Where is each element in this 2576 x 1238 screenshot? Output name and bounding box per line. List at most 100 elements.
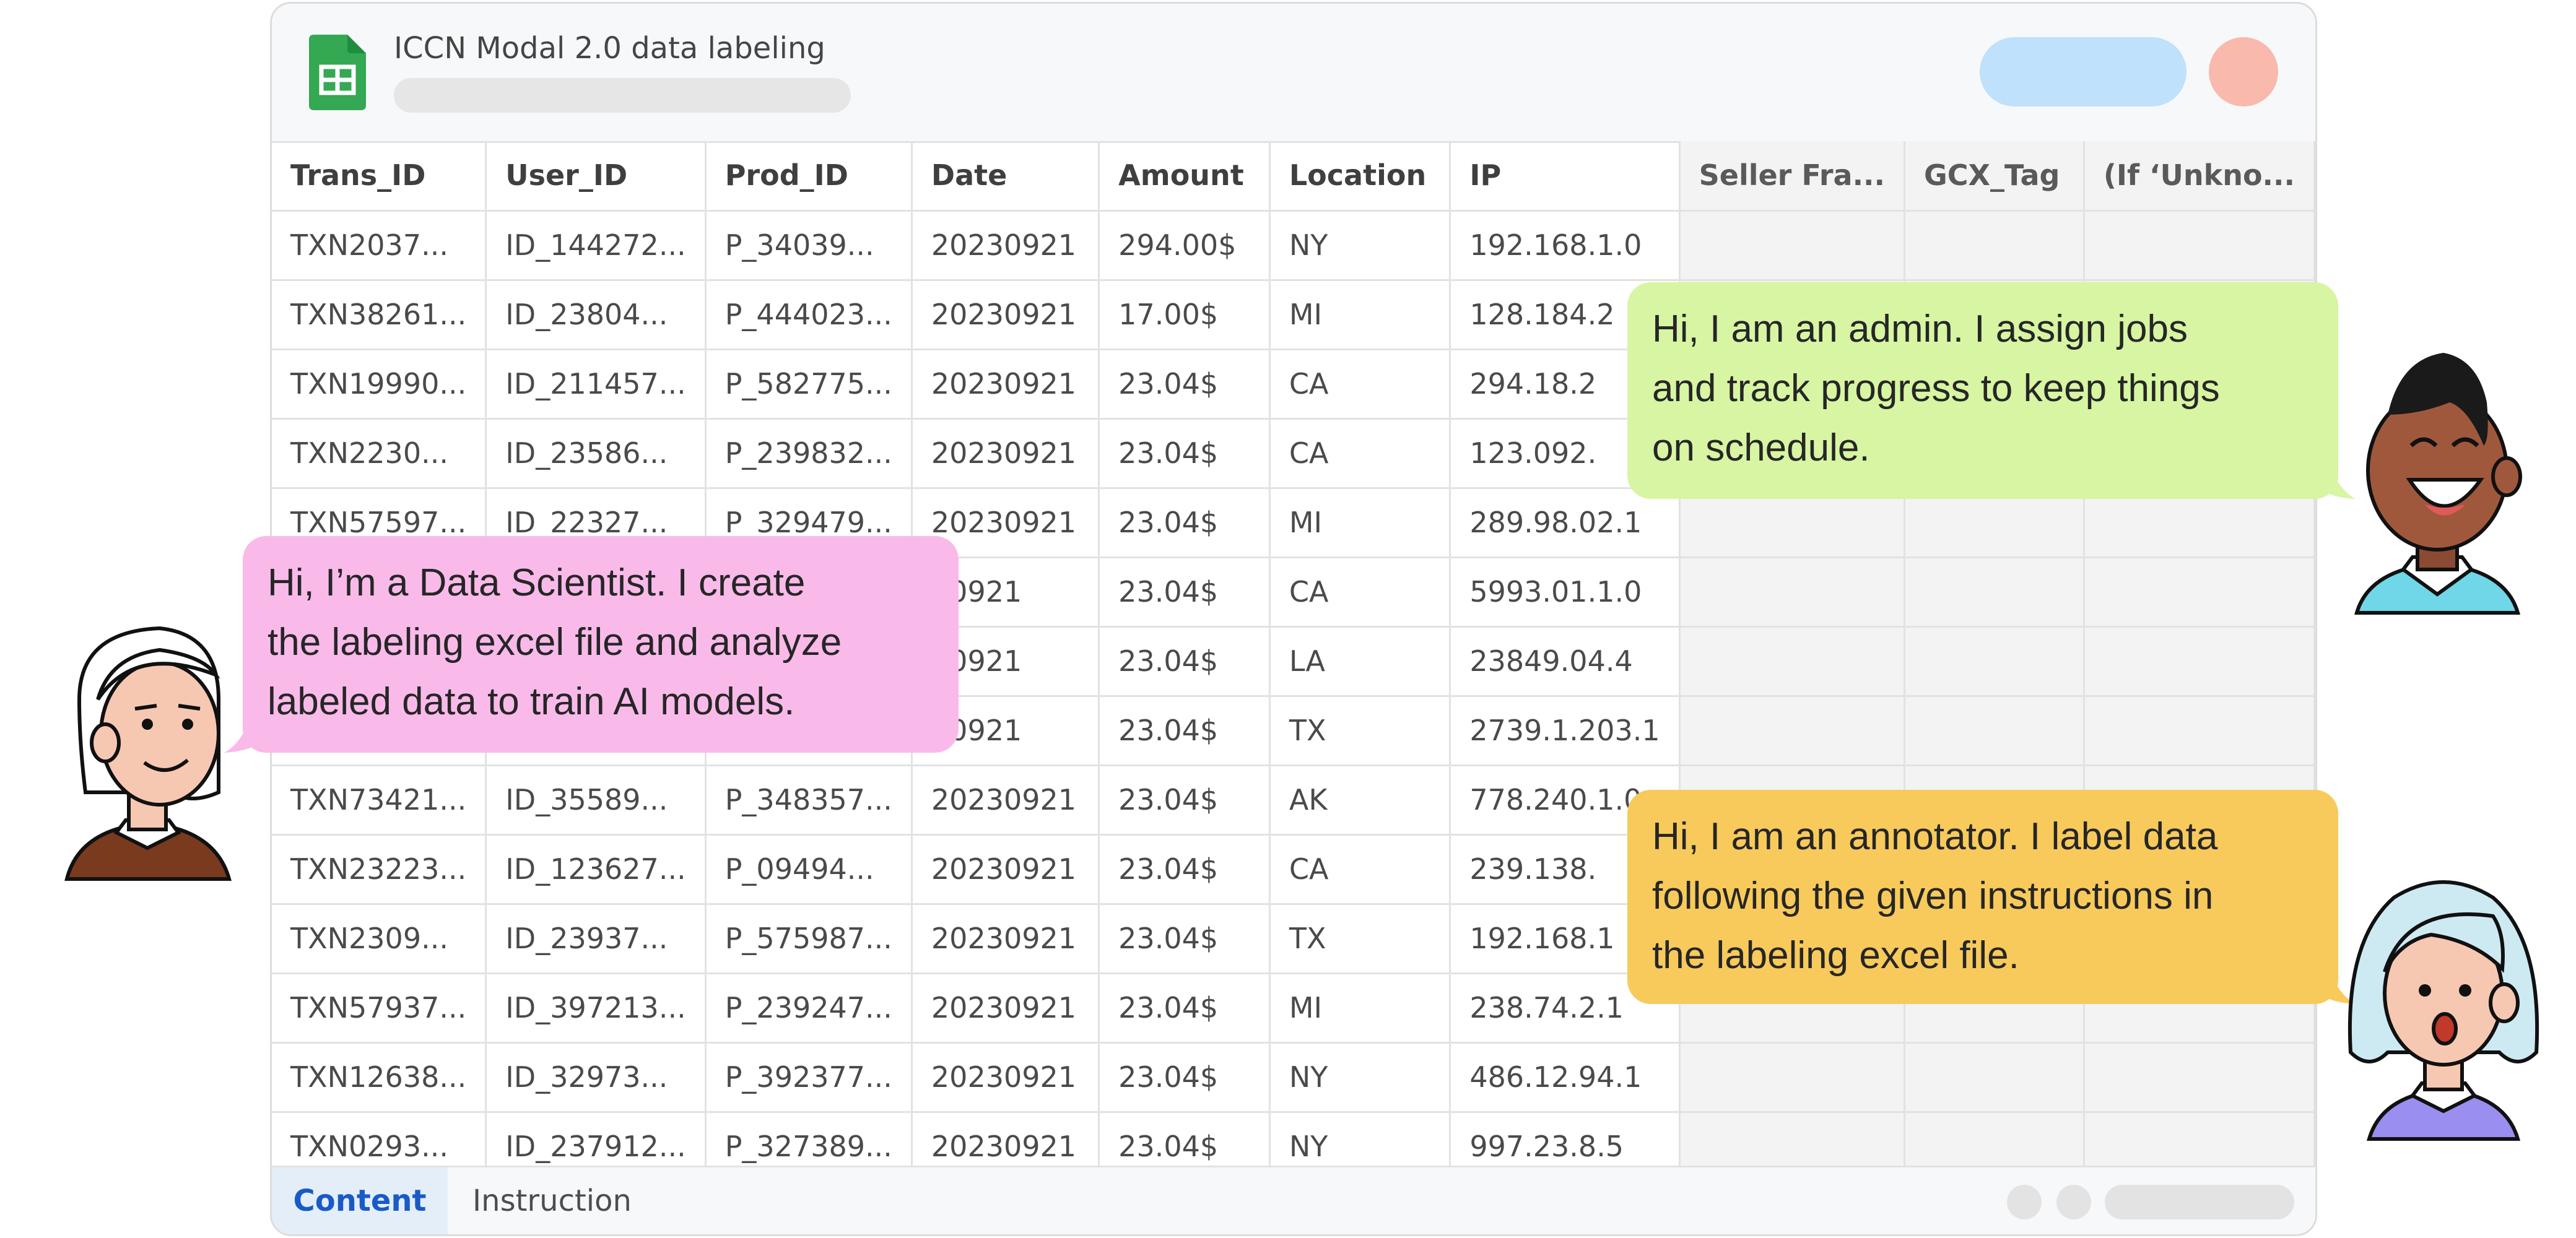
table-cell[interactable]: ID_211457... — [485, 349, 707, 420]
column-header[interactable]: Trans_ID — [272, 141, 487, 212]
column-header[interactable]: Location — [1269, 141, 1451, 212]
table-cell[interactable]: MI — [1269, 488, 1451, 558]
table-cell[interactable] — [1679, 557, 1906, 628]
table-cell[interactable] — [2084, 1042, 2315, 1113]
table-cell[interactable]: AK — [1269, 765, 1451, 836]
table-cell[interactable]: 20230921 — [912, 349, 1100, 420]
table-cell[interactable]: 23.04$ — [1099, 349, 1271, 420]
table-cell[interactable]: 20230921 — [912, 280, 1100, 350]
table-cell[interactable]: 23.04$ — [1099, 973, 1271, 1044]
table-cell[interactable]: TXN19990... — [272, 349, 487, 420]
table-cell[interactable]: TXN2037... — [272, 210, 487, 281]
table-cell[interactable]: CA — [1269, 418, 1451, 489]
table-cell[interactable] — [1904, 626, 2085, 697]
column-header[interactable]: Seller Fra... — [1679, 141, 1906, 212]
table-cell[interactable]: CA — [1269, 349, 1451, 420]
table-cell[interactable]: 20230921 — [912, 418, 1100, 489]
table-cell[interactable]: 192.168.1.0 — [1450, 210, 1681, 281]
share-button[interactable] — [1980, 37, 2187, 106]
column-header[interactable]: Prod_ID — [705, 141, 913, 212]
table-cell[interactable]: TX — [1269, 696, 1451, 766]
table-cell[interactable]: 294.00$ — [1099, 210, 1271, 281]
table-cell[interactable]: ID_144272... — [485, 210, 707, 281]
table-cell[interactable]: TXN23223... — [272, 834, 487, 905]
table-cell[interactable]: 23.04$ — [1099, 626, 1271, 697]
document-title[interactable]: ICCN Modal 2.0 data labeling — [394, 31, 825, 66]
user-avatar[interactable] — [2209, 37, 2278, 106]
table-cell[interactable] — [2084, 557, 2315, 628]
table-cell[interactable]: 20230921 — [912, 834, 1100, 905]
column-header[interactable]: GCX_Tag — [1904, 141, 2085, 212]
header-row: Trans_ID User_ID Prod_ID Date Amount Loc… — [272, 141, 2315, 212]
table-cell[interactable]: TX — [1269, 904, 1451, 974]
table-cell[interactable] — [1679, 696, 1906, 766]
column-header[interactable]: (If ‘Unkno... — [2084, 141, 2315, 212]
column-header[interactable]: User_ID — [485, 141, 707, 212]
table-cell[interactable]: ID_23937... — [485, 904, 707, 974]
table-cell[interactable]: 20230921 — [912, 904, 1100, 974]
table-cell[interactable] — [1904, 1042, 2085, 1113]
table-cell[interactable]: ID_123627... — [485, 834, 707, 905]
table-cell[interactable]: P_239832... — [705, 418, 913, 489]
tab-instruction[interactable]: Instruction — [448, 1167, 656, 1234]
table-cell[interactable] — [2084, 210, 2315, 281]
table-cell[interactable]: 23.04$ — [1099, 765, 1271, 836]
table-cell[interactable]: TXN12638... — [272, 1042, 487, 1113]
table-cell[interactable]: 23849.04.4 — [1450, 626, 1681, 697]
table-cell[interactable]: 23.04$ — [1099, 834, 1271, 905]
table-cell[interactable]: 23.04$ — [1099, 696, 1271, 766]
table-cell[interactable]: NY — [1269, 210, 1451, 281]
table-cell[interactable]: P_348357... — [705, 765, 913, 836]
table-cell[interactable] — [2084, 626, 2315, 697]
table-cell[interactable]: TXN2230... — [272, 418, 487, 489]
table-cell[interactable]: TXN57937... — [272, 973, 487, 1044]
table-cell[interactable]: LA — [1269, 626, 1451, 697]
table-cell[interactable] — [1679, 210, 1906, 281]
table-cell[interactable] — [1904, 696, 2085, 766]
table-cell[interactable] — [1904, 557, 2085, 628]
table-cell[interactable]: P_392377... — [705, 1042, 913, 1113]
table-cell[interactable]: CA — [1269, 557, 1451, 628]
table-cell[interactable]: ID_35589... — [485, 765, 707, 836]
table-cell[interactable] — [1904, 210, 2085, 281]
table-cell[interactable]: P_582775... — [705, 349, 913, 420]
table-cell[interactable]: ID_32973... — [485, 1042, 707, 1113]
table-cell[interactable]: ID_397213... — [485, 973, 707, 1044]
table-cell[interactable]: P_239247... — [705, 973, 913, 1044]
google-sheets-icon[interactable] — [309, 35, 366, 110]
table-cell[interactable]: MI — [1269, 280, 1451, 350]
table-cell[interactable]: 23.04$ — [1099, 904, 1271, 974]
table-cell[interactable]: 486.12.94.1 — [1450, 1042, 1681, 1113]
table-cell[interactable]: 20230921 — [912, 765, 1100, 836]
table-cell[interactable]: TXN73421... — [272, 765, 487, 836]
column-header[interactable]: Date — [912, 141, 1100, 212]
table-cell[interactable] — [1679, 1042, 1906, 1113]
column-header[interactable]: Amount — [1099, 141, 1271, 212]
table-cell[interactable]: 2739.1.203.1 — [1450, 696, 1681, 766]
table-cell[interactable]: ID_23804... — [485, 280, 707, 350]
table-cell[interactable]: 23.04$ — [1099, 488, 1271, 558]
table-cell[interactable]: TXN2309... — [272, 904, 487, 974]
table-cell[interactable]: ID_23586... — [485, 418, 707, 489]
table-cell[interactable]: NY — [1269, 1042, 1451, 1113]
table-cell[interactable]: 23.04$ — [1099, 557, 1271, 628]
table-cell[interactable]: 20230921 — [912, 1042, 1100, 1113]
table-cell[interactable] — [2084, 696, 2315, 766]
table-cell[interactable]: P_09494... — [705, 834, 913, 905]
column-header[interactable]: IP — [1450, 141, 1681, 212]
table-cell[interactable]: 23.04$ — [1099, 1042, 1271, 1113]
table-cell[interactable]: MI — [1269, 973, 1451, 1044]
table-row: TXN2037... ID_144272... P_34039... 20230921… — [272, 210, 2315, 281]
table-cell[interactable]: TXN38261... — [272, 280, 487, 350]
table-cell[interactable]: P_34039... — [705, 210, 913, 281]
table-cell[interactable]: 23.04$ — [1099, 418, 1271, 489]
table-cell[interactable]: CA — [1269, 834, 1451, 905]
table-cell[interactable]: 17.00$ — [1099, 280, 1271, 350]
table-cell[interactable]: 20230921 — [912, 210, 1100, 281]
table-cell[interactable] — [1679, 626, 1906, 697]
table-cell[interactable]: 5993.01.1.0 — [1450, 557, 1681, 628]
tab-content[interactable]: Content — [272, 1167, 448, 1234]
table-cell[interactable]: P_444023... — [705, 280, 913, 350]
table-cell[interactable]: 20230921 — [912, 973, 1100, 1044]
table-cell[interactable]: P_575987... — [705, 904, 913, 974]
